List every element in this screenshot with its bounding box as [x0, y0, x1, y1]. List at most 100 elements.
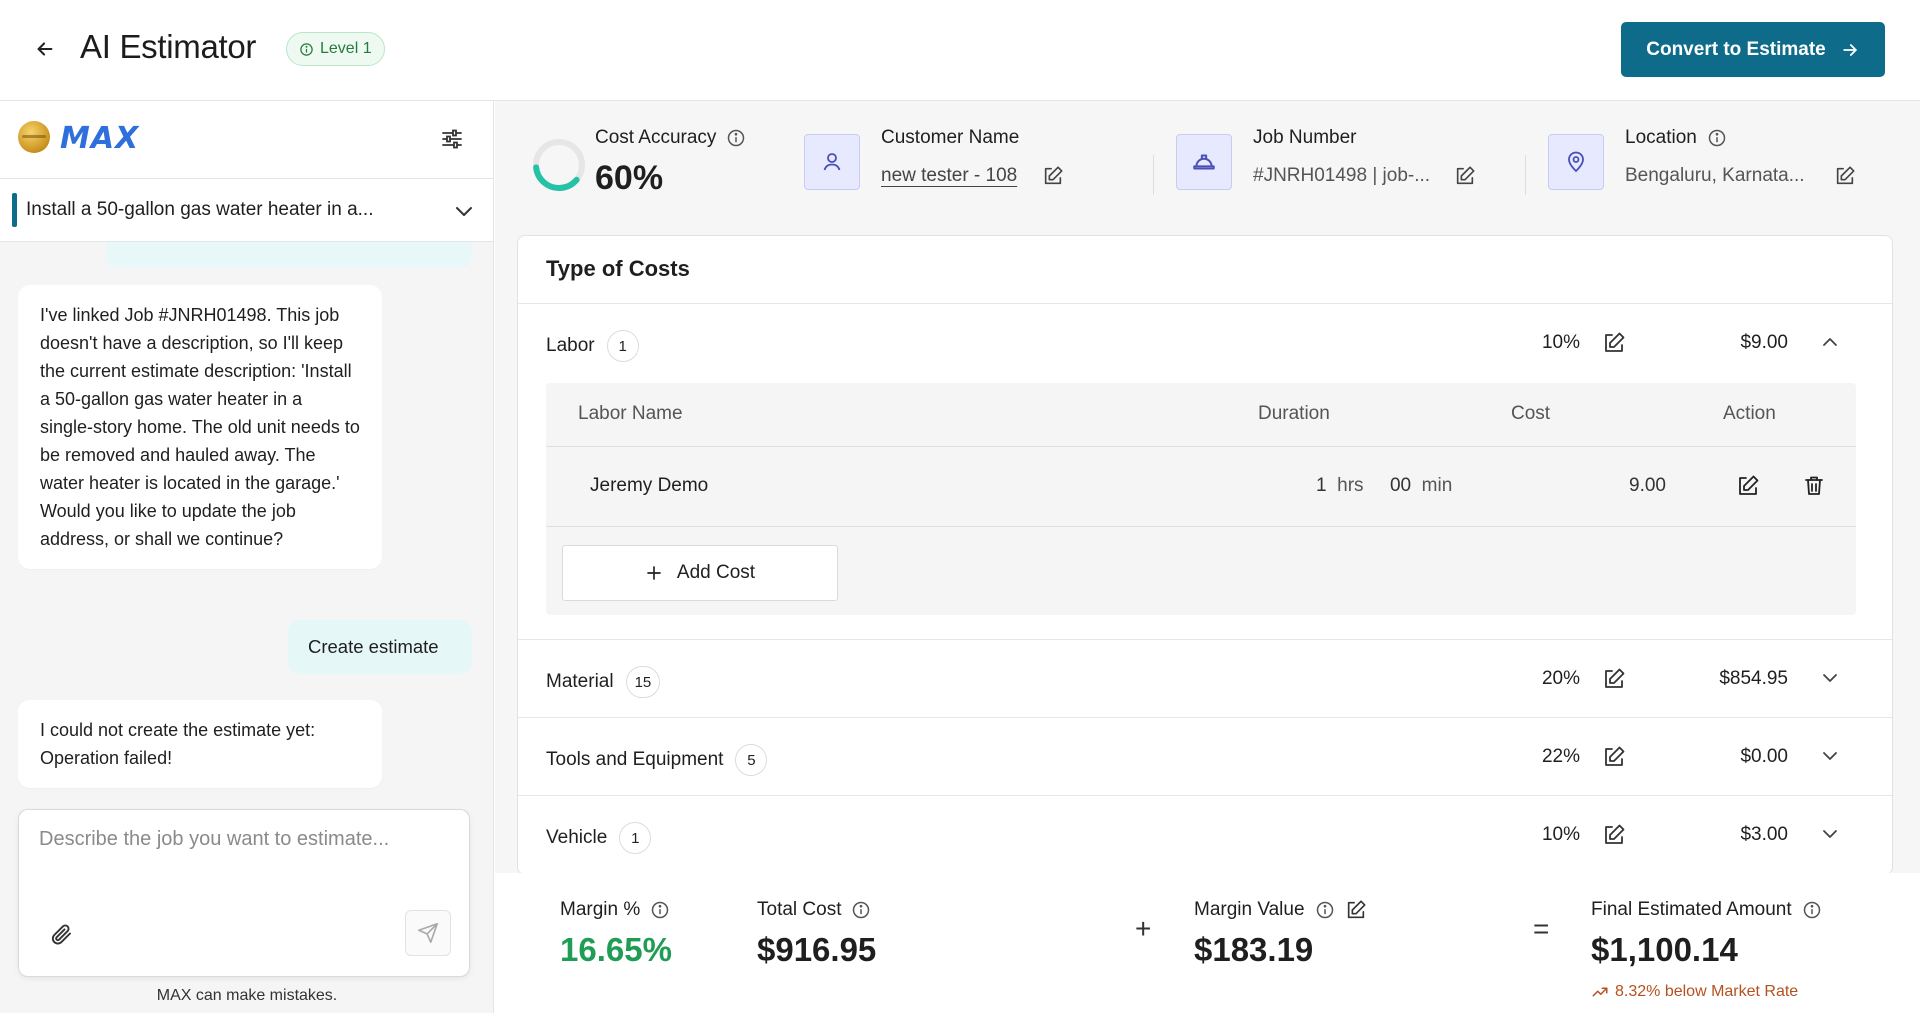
bot-message: I could not create the estimate yet: Ope… [18, 700, 382, 788]
info-icon[interactable] [1802, 900, 1822, 920]
edit-icon[interactable] [1042, 165, 1064, 187]
send-icon [418, 923, 438, 943]
customer-icon-box [804, 134, 860, 190]
user-message: Create estimate [288, 620, 472, 674]
cost-percent: 20% [1541, 668, 1580, 689]
info-icon[interactable] [1707, 128, 1727, 148]
edit-icon[interactable] [1602, 823, 1626, 847]
col-labor-name: Labor Name [578, 403, 683, 424]
chevron-down-icon[interactable] [1818, 744, 1842, 768]
estimate-panel: Cost Accuracy 60% Customer Name new test… [495, 101, 1920, 1013]
job-number-card: Job Number #JNRH01498 | job-... [1176, 101, 1506, 235]
job-number-value: #JNRH01498 | job-... [1253, 165, 1431, 186]
thread-title: Install a 50-gallon gas water heater in … [26, 199, 374, 220]
total-cost-label-text: Total Cost [757, 899, 842, 920]
cost-row-material[interactable]: Material 15 20% $854.95 [518, 639, 1892, 717]
final-amount-value: $1,100.14 [1591, 931, 1738, 968]
attach-button[interactable] [49, 922, 75, 948]
hard-hat-icon [1193, 154, 1215, 170]
cost-name: Vehicle 1 [546, 822, 652, 854]
plus-icon [647, 566, 661, 580]
duration-cell: 1 hrs 00 min [1316, 475, 1452, 497]
disclaimer-text: MAX can make mistakes. [156, 987, 338, 1004]
cost-accuracy-gauge [533, 139, 585, 191]
info-icon[interactable] [726, 128, 746, 148]
edit-icon[interactable] [1454, 165, 1476, 187]
trash-icon[interactable] [1802, 474, 1826, 498]
market-rate-note-text: 8.32% below Market Rate [1615, 983, 1799, 1000]
type-of-costs-card: Type of Costs Labor 1 10% $9.00 Labor Na… [517, 235, 1893, 875]
info-icon [300, 42, 313, 56]
cost-amount: $854.95 [1719, 668, 1788, 689]
thread-selector[interactable]: Install a 50-gallon gas water heater in … [0, 179, 493, 242]
customer-card: Customer Name new tester - 108 [804, 101, 1134, 235]
add-cost-label: Add Cost [676, 562, 756, 583]
convert-to-estimate-button[interactable]: Convert to Estimate [1621, 22, 1885, 77]
arrow-right-icon [1842, 43, 1857, 56]
job-description-input[interactable] [39, 828, 449, 888]
margin-value-value: $183.19 [1194, 931, 1314, 968]
cost-name-text: Labor [546, 335, 595, 356]
edit-icon[interactable] [1736, 474, 1760, 498]
summary-bar: Margin % 16.65% Total Cost $916.95 + Mar… [495, 873, 1920, 1013]
cost-name: Tools and Equipment 5 [546, 744, 768, 776]
cost-accuracy-label: Cost Accuracy [595, 127, 746, 149]
cost-accuracy-label-text: Cost Accuracy [595, 127, 717, 148]
divider [1153, 155, 1154, 195]
edit-icon[interactable] [1602, 331, 1626, 355]
chevron-down-icon[interactable] [1818, 666, 1842, 690]
filter-settings-button[interactable] [440, 127, 466, 153]
add-cost-button[interactable]: Add Cost [562, 545, 838, 601]
bot-message: I've linked Job #JNRH01498. This job doe… [18, 285, 382, 569]
margin-percent-value: 16.65% [560, 931, 672, 968]
count-badge: 15 [625, 666, 661, 698]
top-header: AI Estimator Level 1 Convert to Estimate [0, 0, 1920, 101]
chat-panel: MAX Install a 50-gallon gas water heater… [0, 101, 494, 1013]
info-icon[interactable] [851, 900, 871, 920]
arrow-left-icon [37, 42, 53, 56]
final-amount-label: Final Estimated Amount [1591, 899, 1822, 921]
edit-icon[interactable] [1345, 899, 1367, 921]
edit-icon[interactable] [1602, 745, 1626, 769]
margin-percent-label-text: Margin % [560, 899, 641, 920]
info-icon[interactable] [1315, 900, 1335, 920]
cost-percent: 10% [1541, 332, 1580, 353]
cost-row-labor: Labor 1 10% $9.00 Labor Name Duration Co… [518, 303, 1892, 639]
brand-bar: MAX [0, 101, 493, 179]
page-title: AI Estimator [80, 28, 257, 65]
market-rate-note: 8.32% below Market Rate [1591, 983, 1798, 1001]
chat-messages[interactable]: I've linked Job #JNRH01498. This job doe… [0, 242, 493, 802]
chat-composer [18, 809, 470, 977]
brand-name: MAX [60, 121, 140, 156]
labor-table-header: Labor Name Duration Cost Action [546, 383, 1856, 447]
cost-percent: 22% [1541, 746, 1580, 767]
map-pin-icon [1568, 151, 1584, 173]
chevron-down-icon [456, 207, 472, 216]
duration-hours-unit: hrs [1337, 475, 1364, 496]
edit-icon[interactable] [1834, 165, 1856, 187]
info-icon[interactable] [650, 900, 670, 920]
chevron-down-icon[interactable] [1818, 822, 1842, 846]
chevron-up-icon[interactable] [1818, 330, 1842, 354]
count-badge: 5 [735, 744, 768, 776]
edit-icon[interactable] [1602, 667, 1626, 691]
cost-row-vehicle[interactable]: Vehicle 1 10% $3.00 [518, 795, 1892, 873]
divider [1525, 155, 1526, 195]
cost-amount: $9.00 [1740, 332, 1788, 353]
back-button[interactable] [30, 34, 60, 64]
customer-name-link[interactable]: new tester - 108 [881, 165, 1017, 187]
col-duration: Duration [1258, 403, 1330, 424]
cost-percent: 10% [1541, 824, 1580, 845]
job-icon-box [1176, 134, 1232, 190]
user-icon [823, 153, 841, 171]
message-partial [106, 242, 472, 268]
cost-row-tools[interactable]: Tools and Equipment 5 22% $0.00 [518, 717, 1892, 795]
duration-minutes-unit: min [1421, 475, 1453, 496]
cost-name: Labor 1 [546, 330, 639, 362]
table-row: Jeremy Demo 1 hrs 00 min 9.00 [546, 447, 1856, 527]
trending-icon [1592, 987, 1608, 997]
send-button[interactable] [405, 910, 451, 956]
cost-accuracy-value: 60% [595, 159, 664, 197]
count-badge: 1 [606, 330, 639, 362]
convert-button-label: Convert to Estimate [1646, 38, 1826, 60]
